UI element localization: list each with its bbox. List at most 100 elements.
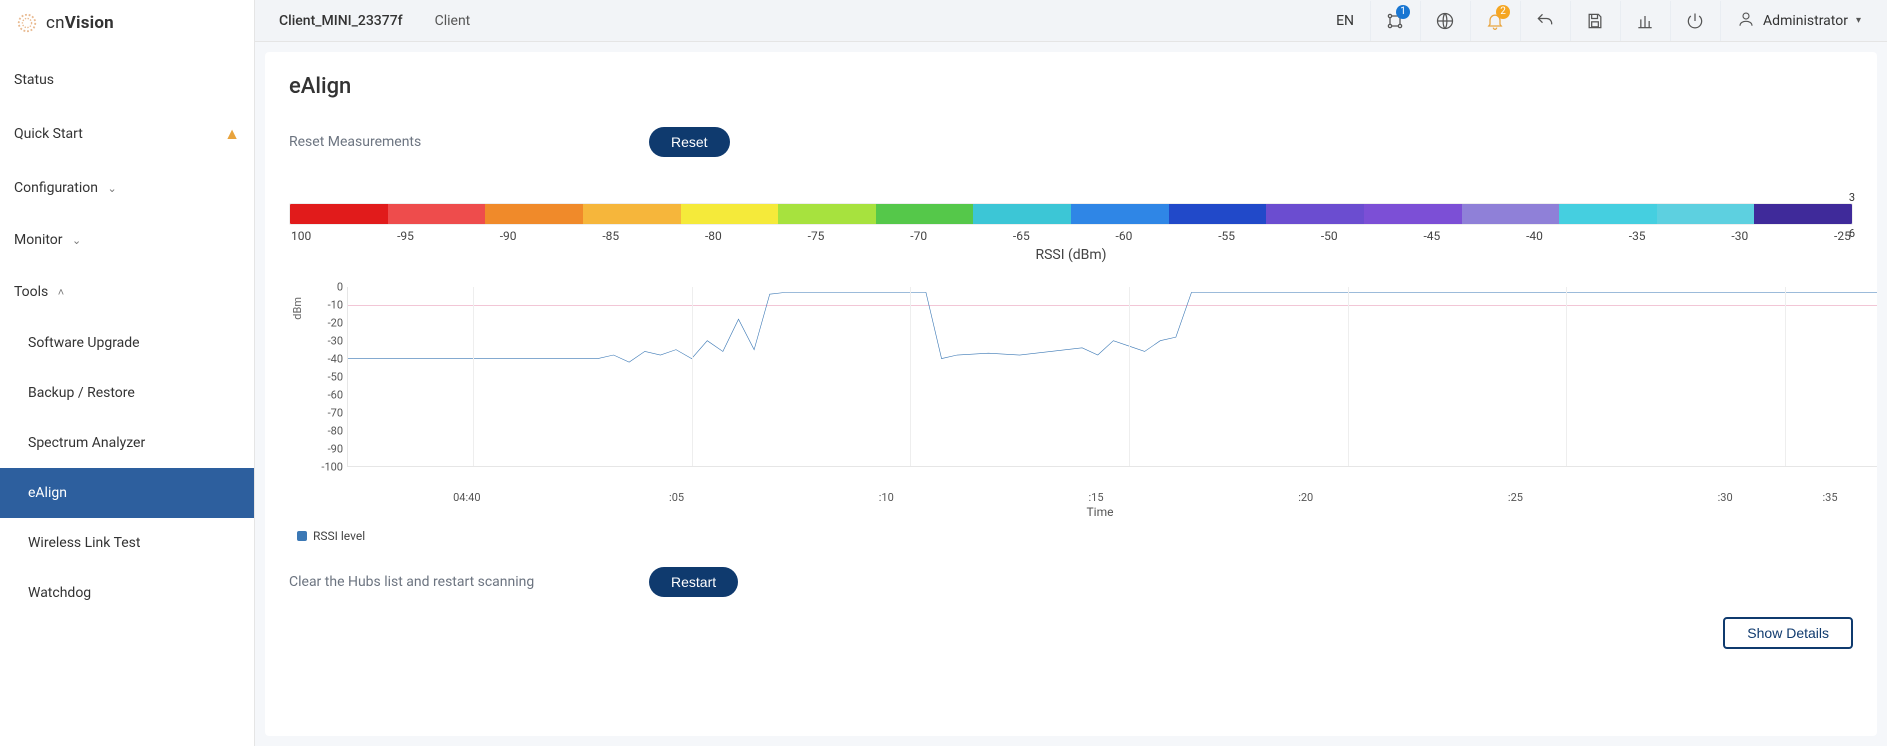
grid-line	[1785, 287, 1786, 466]
x-tick: :30	[1718, 491, 1733, 504]
hub-icon[interactable]: 1	[1370, 1, 1418, 41]
nav-configuration[interactable]: Configuration ⌄	[0, 162, 254, 214]
nav-label: Quick Start	[14, 126, 83, 142]
show-details-button[interactable]: Show Details	[1723, 617, 1853, 649]
sidebar-item-software-upgrade[interactable]: Software Upgrade	[0, 318, 254, 368]
scale-tick: -40	[1526, 229, 1543, 243]
nav-label: Configuration	[14, 180, 98, 196]
reset-row: Reset Measurements Reset	[289, 127, 1853, 157]
sidebar-item-spectrum-analyzer[interactable]: Spectrum Analyzer	[0, 418, 254, 468]
client-name: Client_MINI_23377f	[279, 13, 403, 29]
brand: cnVision	[0, 0, 254, 54]
series-line	[348, 287, 1877, 466]
scale-tick: 100	[291, 229, 311, 243]
reset-label: Reset Measurements	[289, 134, 649, 150]
content: eAlign Reset Measurements Reset 3 6 100-…	[265, 52, 1877, 736]
grid-line	[692, 287, 693, 466]
y-tick: -90	[328, 443, 343, 456]
client-label: Client	[435, 13, 471, 29]
y-tick: -10	[328, 299, 343, 312]
y-tick: -60	[328, 389, 343, 402]
y-tick: -50	[328, 371, 343, 384]
y-tick: -30	[328, 335, 343, 348]
sidebar-item-watchdog[interactable]: Watchdog	[0, 568, 254, 618]
sidebar-item-ealign[interactable]: eAlign	[0, 468, 254, 518]
admin-label: Administrator	[1763, 13, 1848, 29]
scale-segment	[1364, 204, 1462, 224]
nav-sub-label: Spectrum Analyzer	[28, 435, 145, 451]
y-tick: -80	[328, 425, 343, 438]
scale-segment	[681, 204, 779, 224]
scale-segment	[485, 204, 583, 224]
topbar-right: EN 1 2	[1336, 1, 1887, 41]
y-tick: -100	[321, 461, 343, 474]
chevron-up-icon: ˄	[58, 286, 64, 299]
restart-button[interactable]: Restart	[649, 567, 738, 597]
chart-icon[interactable]	[1620, 1, 1668, 41]
nav-label: Status	[14, 72, 54, 88]
scale-tick: -75	[808, 229, 825, 243]
rssi-chart: dBm 0-10-20-30-40-50-60-70-80-90-100 04:…	[289, 287, 1853, 543]
scale-segment	[290, 204, 388, 224]
y-axis-label: dBm	[291, 297, 304, 320]
grid-line	[910, 287, 911, 466]
scale-segment	[1071, 204, 1169, 224]
nav-sub-label: Wireless Link Test	[28, 535, 141, 551]
warning-icon: ▲	[224, 124, 240, 144]
bell-badge: 2	[1496, 5, 1510, 19]
scale-marker-bottom: 6	[1849, 227, 1855, 240]
scale-segment	[1559, 204, 1657, 224]
scale-segment	[876, 204, 974, 224]
save-icon[interactable]	[1570, 1, 1618, 41]
nav-sub-label: Software Upgrade	[28, 335, 140, 351]
scale-segment	[1657, 204, 1755, 224]
topbar: Client_MINI_23377f Client EN 1 2	[255, 0, 1887, 42]
x-tick: :15	[1088, 491, 1103, 504]
scale-segment	[1754, 204, 1852, 224]
x-tick: :25	[1508, 491, 1523, 504]
main: Client_MINI_23377f Client EN 1 2	[255, 0, 1887, 746]
scale-tick: -80	[705, 229, 722, 243]
sidebar: cnVision Status Quick Start ▲ Configurat…	[0, 0, 255, 746]
globe-icon[interactable]	[1420, 1, 1468, 41]
nav: Status Quick Start ▲ Configuration ⌄ Mon…	[0, 54, 254, 618]
scale-tick: -30	[1731, 229, 1748, 243]
nav-status[interactable]: Status	[0, 54, 254, 106]
x-ticks: 04:40:05:10:15:20:25:30:35	[347, 491, 1845, 505]
user-icon	[1737, 10, 1755, 32]
scale-segment	[1169, 204, 1267, 224]
nav-label: Tools	[14, 284, 48, 300]
grid-line	[1566, 287, 1567, 466]
y-tick: -40	[328, 353, 343, 366]
scale-tick: -70	[910, 229, 927, 243]
scale-tick: -50	[1321, 229, 1338, 243]
bell-icon[interactable]: 2	[1470, 1, 1518, 41]
admin-menu[interactable]: Administrator ▾	[1720, 1, 1877, 41]
rssi-scale: 3 6 100-95-90-85-80-75-70-65-60-55-50-45…	[289, 203, 1853, 263]
nav-sub-label: Backup / Restore	[28, 385, 135, 401]
nav-monitor[interactable]: Monitor ⌄	[0, 214, 254, 266]
restart-label: Clear the Hubs list and restart scanning	[289, 574, 649, 590]
nav-tools[interactable]: Tools ˄	[0, 266, 254, 318]
language-selector[interactable]: EN	[1336, 13, 1354, 29]
sidebar-item-backup-restore[interactable]: Backup / Restore	[0, 368, 254, 418]
nav-label: Monitor	[14, 232, 63, 248]
sidebar-item-wireless-link-test[interactable]: Wireless Link Test	[0, 518, 254, 568]
scale-segment	[1462, 204, 1560, 224]
brand-text: cnVision	[46, 13, 114, 33]
scale-segment	[973, 204, 1071, 224]
scale-title: RSSI (dBm)	[289, 247, 1853, 263]
power-icon[interactable]	[1670, 1, 1718, 41]
grid-line	[473, 287, 474, 466]
reset-button[interactable]: Reset	[649, 127, 730, 157]
x-tick: :35	[1823, 491, 1838, 504]
chevron-down-icon: ⌄	[107, 182, 116, 195]
x-axis-label: Time	[347, 505, 1853, 519]
nav-quick-start[interactable]: Quick Start ▲	[0, 106, 254, 162]
nav-tools-submenu: Software Upgrade Backup / Restore Spectr…	[0, 318, 254, 618]
legend: RSSI level	[297, 529, 1853, 543]
x-tick: :10	[879, 491, 894, 504]
scale-segment	[583, 204, 681, 224]
undo-icon[interactable]	[1520, 1, 1568, 41]
x-tick: 04:40	[453, 491, 480, 504]
